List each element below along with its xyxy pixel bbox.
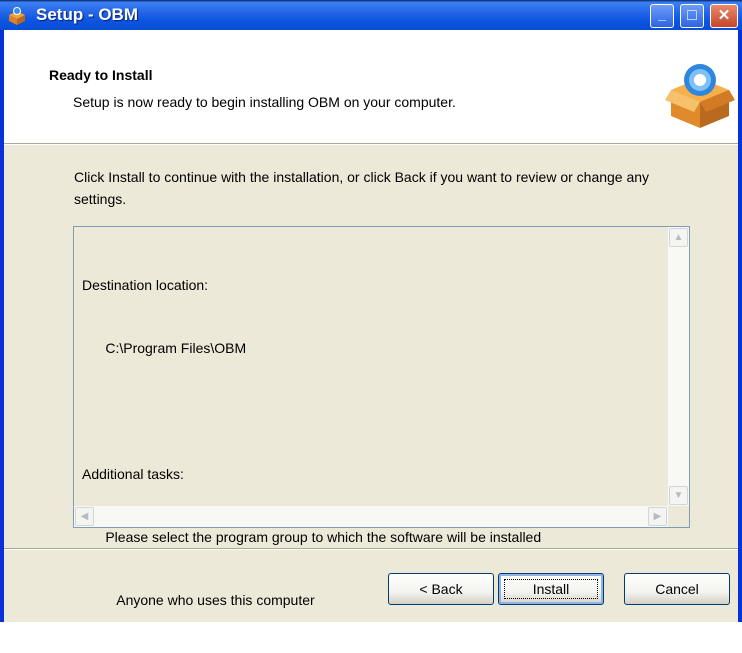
chevron-right-icon: ▶ bbox=[653, 511, 662, 522]
ready-memo[interactable]: Destination location: C:\Program Files\O… bbox=[73, 226, 690, 608]
page-subtitle: Setup is now ready to begin installing O… bbox=[73, 94, 456, 110]
header-divider-highlight bbox=[4, 144, 738, 145]
chevron-up-icon: ▲ bbox=[673, 232, 684, 243]
page-title: Ready to Install bbox=[49, 67, 153, 83]
back-button[interactable]: < Back bbox=[388, 573, 494, 605]
chevron-left-icon: ◀ bbox=[80, 511, 89, 522]
wizard-header: Ready to Install Setup is now ready to b… bbox=[4, 30, 738, 143]
vertical-scrollbar[interactable]: ▲ ▼ bbox=[668, 227, 689, 506]
install-box-icon bbox=[665, 64, 735, 128]
scroll-right-button[interactable]: ▶ bbox=[648, 507, 667, 526]
focus-rectangle bbox=[504, 579, 598, 599]
maximize-button[interactable]: □ bbox=[680, 4, 704, 28]
setup-app-icon bbox=[9, 7, 25, 25]
window-border-right bbox=[738, 30, 742, 622]
close-button[interactable]: ✕ bbox=[710, 4, 738, 28]
title-bar[interactable]: Setup - OBM _ □ ✕ bbox=[0, 0, 742, 30]
minimize-button[interactable]: _ bbox=[650, 4, 674, 28]
close-icon: ✕ bbox=[717, 7, 731, 24]
memo-line: C:\Program Files\OBM bbox=[82, 340, 247, 356]
intro-text: Click Install to continue with the insta… bbox=[74, 169, 650, 207]
memo-line bbox=[82, 401, 541, 422]
scrollbar-corner bbox=[668, 506, 689, 527]
horizontal-scrollbar[interactable]: ◀ ▶ bbox=[74, 506, 668, 527]
memo-line: Please select the program group to which… bbox=[82, 529, 542, 545]
minimize-icon: _ bbox=[658, 6, 666, 22]
window-title: Setup - OBM bbox=[36, 5, 138, 24]
scroll-up-button[interactable]: ▲ bbox=[669, 228, 688, 247]
chevron-down-icon: ▼ bbox=[673, 490, 684, 501]
scroll-down-button[interactable]: ▼ bbox=[669, 486, 688, 505]
scroll-left-button[interactable]: ◀ bbox=[75, 507, 94, 526]
maximize-icon: □ bbox=[687, 7, 697, 24]
install-button[interactable]: Install bbox=[498, 573, 604, 605]
footer-divider-highlight bbox=[4, 549, 738, 550]
memo-line: Additional tasks: bbox=[82, 466, 184, 482]
cancel-button[interactable]: Cancel bbox=[624, 573, 730, 605]
setup-window: Setup - OBM _ □ ✕ Ready to Install Setup… bbox=[0, 0, 742, 622]
memo-line: Destination location: bbox=[82, 277, 209, 293]
